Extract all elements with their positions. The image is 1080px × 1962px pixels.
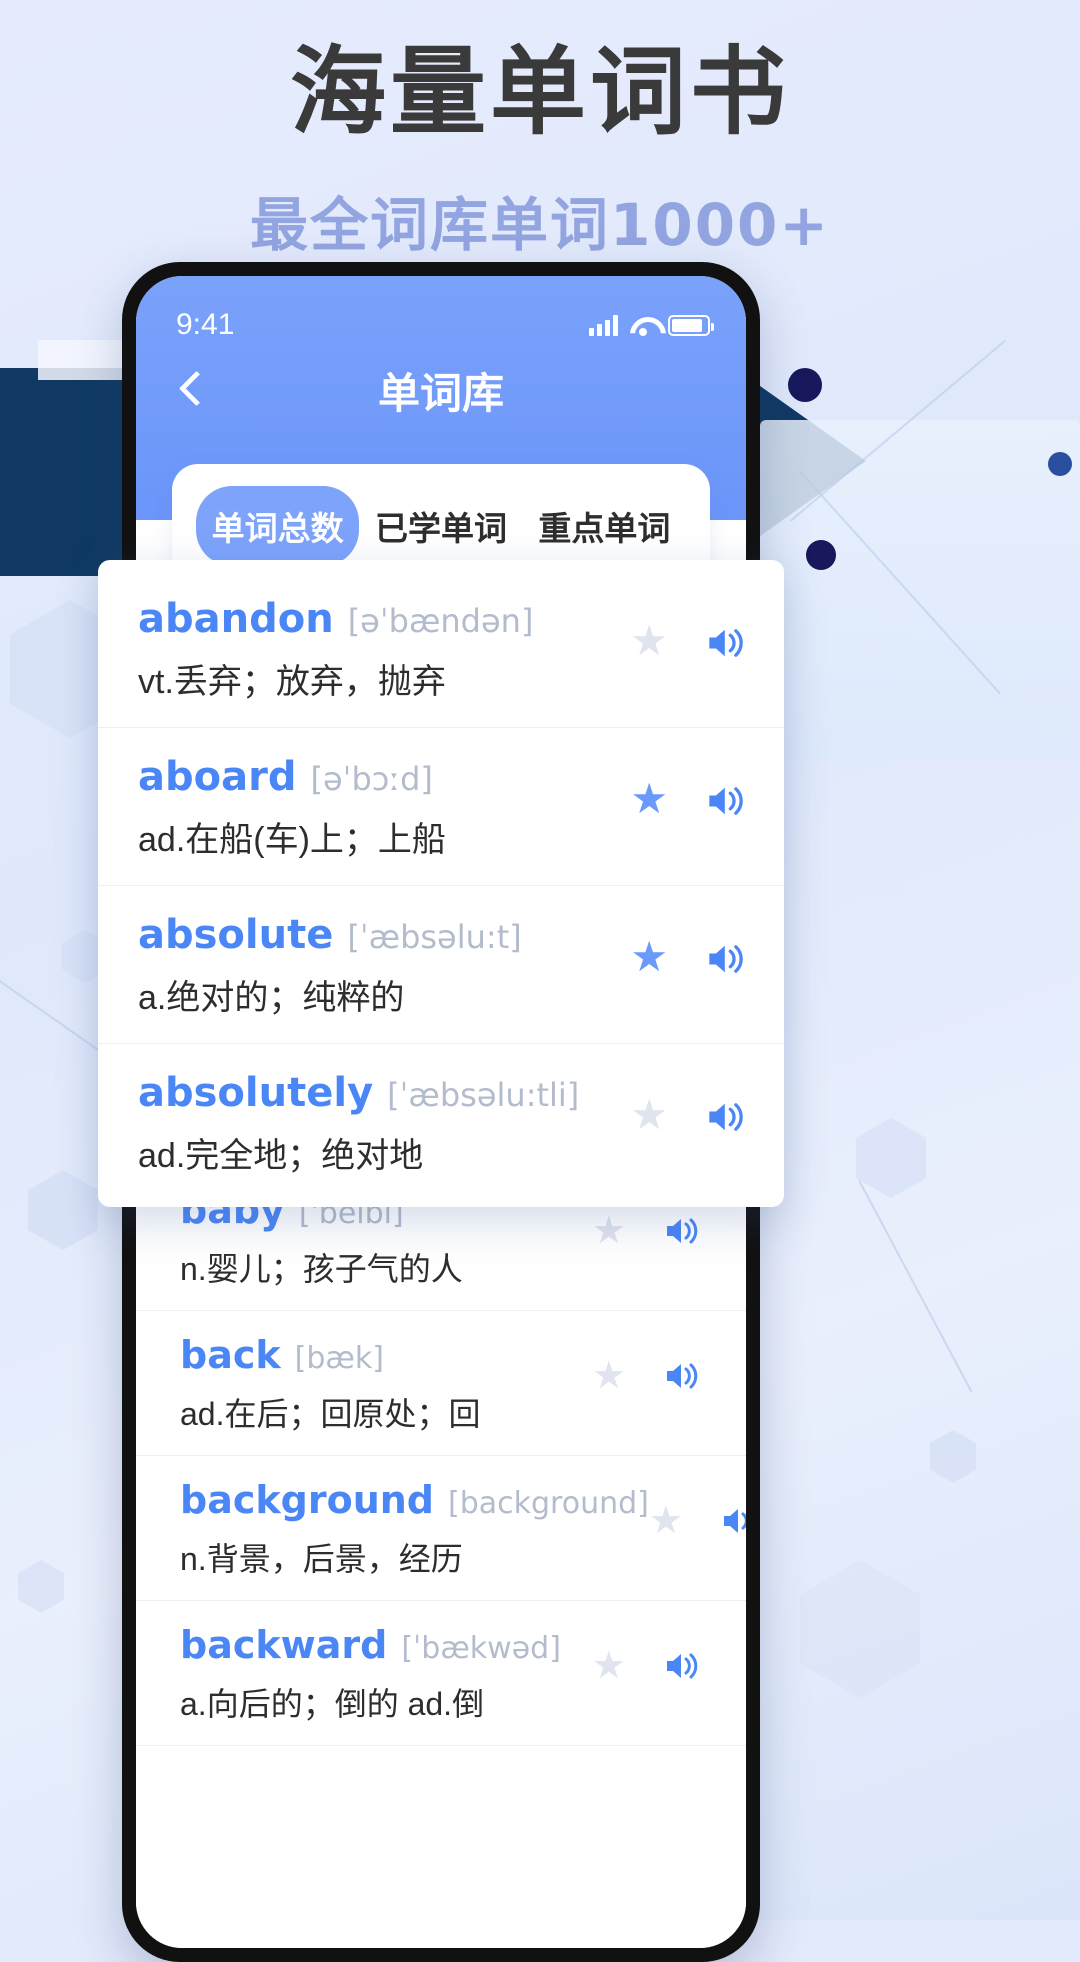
word-phonetic: [bæk] [294, 1341, 384, 1376]
word-content: absolutely [ˈæbsəlu:tli] ad.完全地；绝对地 [138, 1070, 630, 1177]
battery-icon [668, 314, 714, 336]
word-headline: aboard [əˈbɔːd] [138, 754, 630, 800]
list-item[interactable]: background [background] n.背景，后景，经历 ★ [136, 1456, 746, 1601]
star-icon[interactable]: ★ [592, 1212, 626, 1250]
dot-decor-3 [1048, 452, 1072, 476]
row-actions: ★ [592, 1333, 702, 1395]
star-icon[interactable]: ★ [592, 1647, 626, 1685]
tab-key-words[interactable]: 重点单词 [523, 486, 686, 566]
word-meaning: n.婴儿；孩子气的人 [180, 1251, 463, 1287]
word-text: backward [180, 1623, 388, 1667]
word-text: back [180, 1333, 281, 1377]
featured-word-card: abandon [əˈbændən] vt.丢弃；放弃，抛弃 ★ aboard … [98, 560, 784, 1207]
word-text: absolute [138, 912, 334, 958]
row-actions: ★ [630, 1070, 744, 1136]
list-item[interactable]: backward [ˈbækwəd] a.向后的；倒的 ad.倒 ★ [136, 1601, 746, 1746]
word-meaning: ad.在船(车)上；上船 [138, 821, 446, 859]
word-meaning: vt.丢弃；放弃，抛弃 [138, 663, 446, 701]
star-icon[interactable]: ★ [630, 778, 668, 820]
list-item[interactable]: back [bæk] ad.在后；回原处；回 ★ [136, 1311, 746, 1456]
speaker-icon[interactable] [706, 625, 744, 657]
word-headline: backward [ˈbækwəd] [180, 1623, 592, 1667]
word-meaning: ad.在后；回原处；回 [180, 1396, 481, 1432]
word-text: aboard [138, 754, 297, 800]
status-time: 9:41 [176, 308, 235, 341]
tab-learned-words[interactable]: 已学单词 [359, 486, 522, 566]
word-meaning: a.向后的；倒的 ad.倒 [180, 1686, 485, 1722]
speaker-icon[interactable] [706, 941, 744, 973]
promo-header: 海量单词书 最全词库单词1000+ [0, 0, 1080, 262]
word-content: background [background] n.背景，后景，经历 [180, 1478, 649, 1580]
list-item[interactable]: absolute [ˈæbsəlu:t] a.绝对的；纯粹的 ★ [98, 886, 784, 1044]
status-icons [589, 314, 714, 336]
word-text: absolutely [138, 1070, 374, 1116]
word-meaning: n.背景，后景，经历 [180, 1541, 463, 1577]
speaker-icon[interactable] [664, 1650, 702, 1682]
star-icon[interactable]: ★ [630, 1094, 668, 1136]
speaker-icon[interactable] [664, 1215, 702, 1247]
row-actions: ★ [630, 754, 744, 820]
star-icon[interactable]: ★ [630, 936, 668, 978]
word-text: background [180, 1478, 434, 1522]
tab-total-words[interactable]: 单词总数 [196, 486, 360, 566]
word-meaning: ad.完全地；绝对地 [138, 1137, 424, 1175]
speaker-icon[interactable] [664, 1360, 702, 1392]
page-subtitle: 最全词库单词1000+ [249, 191, 831, 259]
word-phonetic: [background] [448, 1486, 649, 1521]
word-phonetic: [ˈæbsəlu:tli] [387, 1076, 580, 1114]
back-chevron-icon[interactable] [176, 373, 210, 407]
word-headline: absolutely [ˈæbsəlu:tli] [138, 1070, 630, 1116]
speaker-icon[interactable] [721, 1505, 746, 1537]
row-actions: ★ [592, 1623, 702, 1685]
list-item[interactable]: aboard [əˈbɔːd] ad.在船(车)上；上船 ★ [98, 728, 784, 886]
word-content: back [bæk] ad.在后；回原处；回 [180, 1333, 592, 1435]
word-phonetic: [əˈbɔːd] [310, 760, 433, 798]
speaker-icon[interactable] [706, 1099, 744, 1131]
word-meaning: a.绝对的；纯粹的 [138, 979, 405, 1017]
word-phonetic: [əˈbændən] [347, 602, 534, 640]
word-headline: abandon [əˈbændən] [138, 596, 630, 642]
row-actions: ★ [630, 596, 744, 662]
light-panel-right [760, 420, 1080, 760]
row-actions: ★ [630, 912, 744, 978]
status-bar: 9:41 [136, 300, 746, 342]
word-content: absolute [ˈæbsəlu:t] a.绝对的；纯粹的 [138, 912, 630, 1019]
word-headline: absolute [ˈæbsəlu:t] [138, 912, 630, 958]
word-content: backward [ˈbækwəd] a.向后的；倒的 ad.倒 [180, 1623, 592, 1725]
star-icon[interactable]: ★ [592, 1357, 626, 1395]
signal-bars-icon [589, 314, 618, 336]
wifi-icon [630, 315, 656, 336]
page-title: 海量单词书 [290, 36, 790, 148]
word-content: aboard [əˈbɔːd] ad.在船(车)上；上船 [138, 754, 630, 861]
word-headline: back [bæk] [180, 1333, 592, 1377]
word-headline: background [background] [180, 1478, 649, 1522]
dot-decor-2 [806, 540, 836, 570]
nav-title: 单词库 [377, 369, 504, 417]
nav-bar: 单词库 [136, 342, 746, 438]
word-phonetic: [ˈbækwəd] [401, 1631, 561, 1666]
star-icon[interactable]: ★ [630, 620, 668, 662]
list-item[interactable]: absolutely [ˈæbsəlu:tli] ad.完全地；绝对地 ★ [98, 1044, 784, 1201]
list-item[interactable]: abandon [əˈbændən] vt.丢弃；放弃，抛弃 ★ [98, 570, 784, 728]
word-phonetic: [ˈæbsəlu:t] [347, 918, 522, 956]
speaker-icon[interactable] [706, 783, 744, 815]
row-actions: ★ [649, 1478, 746, 1540]
word-content: abandon [əˈbændən] vt.丢弃；放弃，抛弃 [138, 596, 630, 703]
word-text: abandon [138, 596, 334, 642]
star-icon[interactable]: ★ [649, 1502, 683, 1540]
dot-decor-1 [788, 368, 822, 402]
